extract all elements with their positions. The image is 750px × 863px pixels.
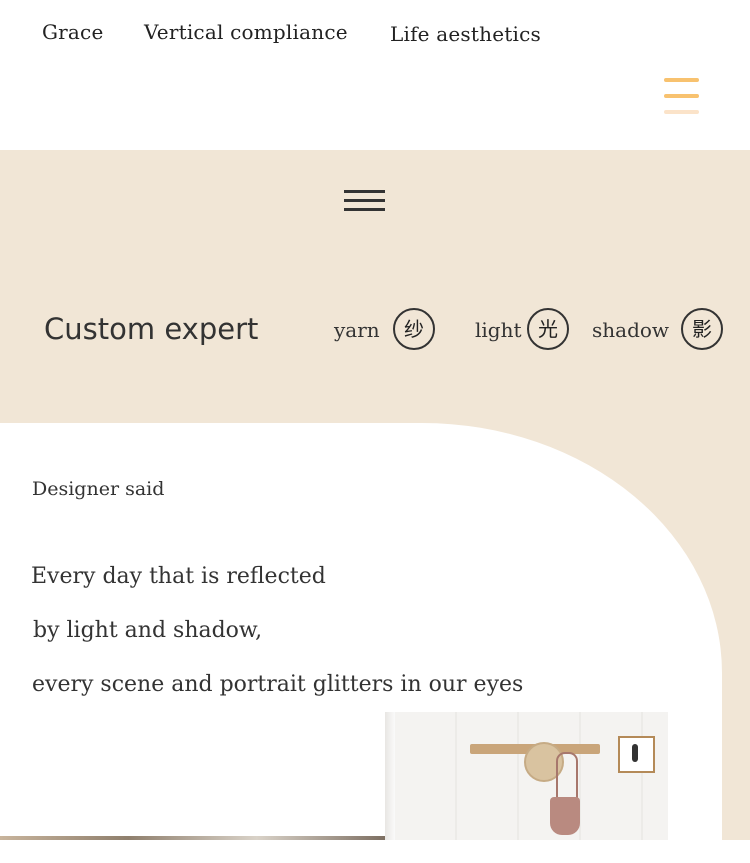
hamburger-menu-icon[interactable] [664,78,699,116]
feature-word-yarn: yarn [334,318,380,342]
quote-line-2: by light and shadow, [33,618,263,643]
feature-word-light: light [475,318,522,342]
shadow-glyph-icon: 影 [681,308,723,350]
quote-line-3: every scene and portrait glitters in our… [32,672,524,697]
nav-link-grace[interactable]: Grace [42,20,104,44]
nav-link-vertical-compliance[interactable]: Vertical compliance [144,20,348,44]
handbag [550,797,580,835]
framed-picture [618,736,655,773]
feature-word-shadow: shadow [592,318,670,342]
section-heading: Custom expert [44,312,259,346]
nav-link-life-aesthetics[interactable]: Life aesthetics [390,22,541,46]
yarn-glyph-icon: 纱 [393,308,435,350]
light-glyph-icon: 光 [527,308,569,350]
triple-bar-icon[interactable] [344,190,385,213]
designer-label: Designer said [32,478,165,500]
interior-photo [385,712,668,840]
top-navigation: Grace Vertical compliance Life aesthetic… [0,0,750,150]
bottom-image-strip [0,836,385,840]
quote-line-1: Every day that is reflected [31,564,326,589]
